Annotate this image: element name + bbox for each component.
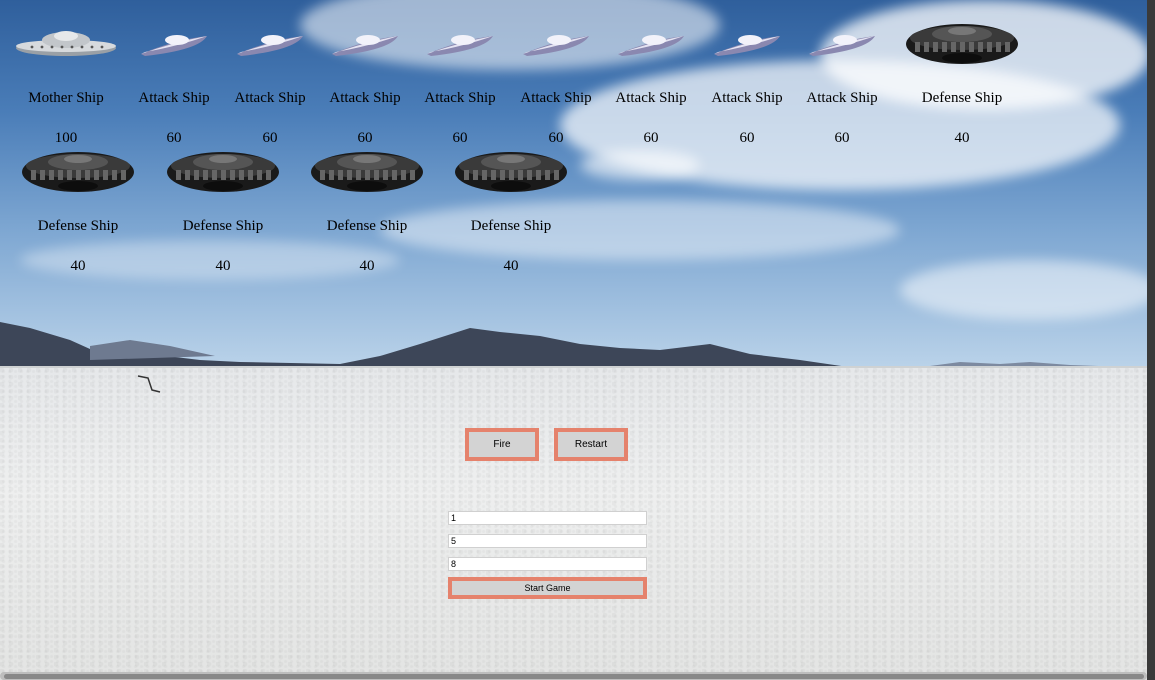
mountain-range (0, 322, 1155, 374)
ship-hit-points: 100 (54, 130, 78, 146)
ship-hit-points: 60 (548, 130, 564, 146)
ship-name-label: Attack Ship (138, 90, 210, 106)
defense-ship[interactable]: Defense Ship 40 (305, 146, 429, 276)
ship-hit-points: 60 (166, 130, 182, 146)
vertical-scrollbar[interactable] (1147, 0, 1155, 680)
horizontal-scrollbar-thumb[interactable] (4, 674, 1144, 679)
attack-ship[interactable]: Attack Ship 60 (603, 18, 699, 148)
ship-hit-points: 60 (834, 130, 850, 146)
ship-name-label: Mother Ship (28, 90, 104, 106)
defense-ship-icon (161, 146, 285, 203)
ship-hit-points: 60 (643, 130, 659, 146)
attack-ship-icon (508, 30, 604, 63)
ship-hit-points: 40 (215, 258, 231, 274)
ship-hit-points: 40 (359, 258, 375, 274)
ship-name-label: Attack Ship (806, 90, 878, 106)
ship-name-label: Defense Ship (182, 218, 264, 234)
fire-button[interactable]: Fire (465, 428, 539, 461)
attack-ship[interactable]: Attack Ship 60 (699, 18, 795, 148)
attack-ship-icon (794, 30, 890, 63)
ship-name-label: Defense Ship (921, 90, 1003, 106)
defense-ship-icon (449, 146, 573, 203)
ship-name-label: Defense Ship (470, 218, 552, 234)
ship-name-label: Attack Ship (615, 90, 687, 106)
ship-name-label: Attack Ship (520, 90, 592, 106)
restart-button[interactable]: Restart (554, 428, 628, 461)
attack-ship-icon (222, 30, 318, 63)
defense-ship-icon (305, 146, 429, 203)
ship-hit-points: 60 (739, 130, 755, 146)
ship-hit-points: 60 (262, 130, 278, 146)
defense-ship[interactable]: Defense Ship 40 (16, 146, 140, 276)
attack-ship-icon (699, 30, 795, 63)
ship-name-label: Defense Ship (326, 218, 408, 234)
attack-ship[interactable]: Attack Ship 60 (794, 18, 890, 148)
attack-ship-icon (412, 30, 508, 63)
mother-ship-count-input[interactable] (448, 511, 647, 525)
attack-ship[interactable]: Attack Ship 60 (412, 18, 508, 148)
attack-ship-icon (317, 30, 413, 63)
ship-hit-points: 60 (452, 130, 468, 146)
ship-hit-points: 40 (954, 130, 970, 146)
ship-hit-points: 40 (70, 258, 86, 274)
ship-name-label: Attack Ship (234, 90, 306, 106)
ship-name-label: Attack Ship (424, 90, 496, 106)
attack-ship-count-input[interactable] (448, 534, 647, 548)
ship-name-label: Defense Ship (37, 218, 119, 234)
ship-name-label: Attack Ship (329, 90, 401, 106)
ship-hit-points: 60 (357, 130, 373, 146)
defense-ship-icon (16, 146, 140, 203)
defense-ship[interactable]: Defense Ship 40 (449, 146, 573, 276)
attack-ship[interactable]: Attack Ship 60 (317, 18, 413, 148)
defense-ship[interactable]: Defense Ship 40 (900, 18, 1024, 148)
mother-ship-icon (6, 26, 126, 65)
debris-icon (137, 375, 161, 393)
attack-ship-icon (126, 30, 222, 63)
attack-ship[interactable]: Attack Ship 60 (222, 18, 318, 148)
defense-ship-count-input[interactable] (448, 557, 647, 571)
attack-ship[interactable]: Attack Ship 60 (126, 18, 222, 148)
ship-hit-points: 40 (503, 258, 519, 274)
defense-ship-icon (900, 18, 1024, 75)
attack-ship-icon (603, 30, 699, 63)
defense-ship[interactable]: Defense Ship 40 (161, 146, 285, 276)
mother-ship[interactable]: Mother Ship 100 (6, 18, 126, 148)
ship-name-label: Attack Ship (711, 90, 783, 106)
attack-ship[interactable]: Attack Ship 60 (508, 18, 604, 148)
start-game-button[interactable]: Start Game (448, 577, 647, 599)
